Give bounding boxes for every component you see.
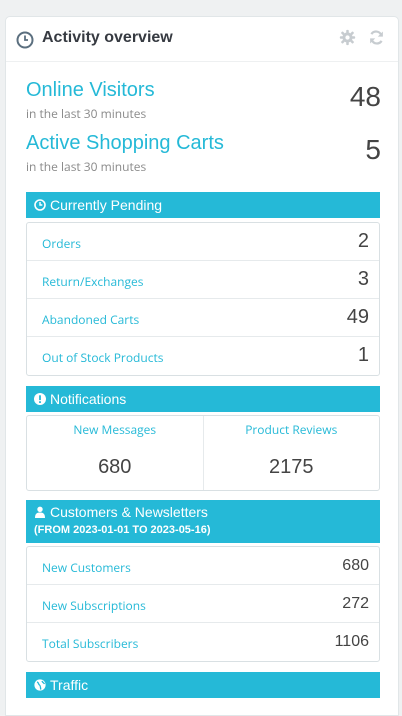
globe-icon bbox=[34, 679, 46, 691]
pending-row-abandoned-carts[interactable]: Abandoned Carts 49 bbox=[27, 299, 379, 337]
customers-row-new-subscriptions[interactable]: New Subscriptions 272 bbox=[27, 585, 379, 623]
notif-label[interactable]: Product Reviews bbox=[204, 421, 380, 438]
activity-overview-panel: Activity overview Online Visitors in the… bbox=[5, 16, 399, 716]
pending-header: Currently Pending bbox=[26, 192, 380, 218]
online-visitors-metric: Online Visitors in the last 30 minutes 4… bbox=[26, 79, 381, 122]
online-visitors-value: 48 bbox=[349, 81, 381, 112]
row-label[interactable]: New Subscriptions bbox=[42, 597, 146, 614]
clock-icon bbox=[16, 31, 34, 49]
notif-value: 680 bbox=[98, 456, 132, 478]
exclamation-circle-icon bbox=[34, 393, 46, 405]
user-icon bbox=[35, 506, 45, 518]
row-label[interactable]: Out of Stock Products bbox=[42, 349, 164, 366]
customers-date-range: (FROM 2023-01-01 TO 2023-05-16) bbox=[34, 524, 211, 536]
notif-label[interactable]: New Messages bbox=[27, 421, 203, 438]
panel-header: Activity overview bbox=[6, 17, 398, 62]
refresh-icon[interactable] bbox=[368, 29, 385, 46]
row-value: 680 bbox=[342, 557, 369, 574]
notif-new-messages[interactable]: New Messages 680 bbox=[27, 416, 203, 490]
row-value: 1 bbox=[357, 344, 369, 366]
notifications-title: Notifications bbox=[50, 391, 127, 407]
active-carts-value: 5 bbox=[365, 134, 381, 165]
customers-title: Customers & Newsletters bbox=[50, 504, 208, 520]
notif-value: 2175 bbox=[269, 456, 314, 478]
active-carts-subtitle: in the last 30 minutes bbox=[26, 158, 147, 175]
row-value: 1106 bbox=[334, 633, 369, 650]
pending-row-out-of-stock[interactable]: Out of Stock Products 1 bbox=[27, 337, 379, 375]
active-carts-metric: Active Shopping Carts in the last 30 min… bbox=[26, 132, 381, 175]
customers-row-total-subscribers[interactable]: Total Subscribers 1106 bbox=[27, 623, 379, 661]
row-label[interactable]: Total Subscribers bbox=[42, 635, 138, 652]
notifications-box: New Messages 680 Product Reviews 2175 bbox=[26, 415, 380, 491]
row-label[interactable]: Return/Exchanges bbox=[42, 273, 144, 290]
customers-header: Customers & Newsletters (FROM 2023-01-01… bbox=[26, 500, 380, 543]
online-visitors-link[interactable]: Online Visitors bbox=[26, 79, 381, 102]
traffic-title: Traffic bbox=[50, 677, 89, 693]
notifications-header: Notifications bbox=[26, 386, 380, 412]
notif-product-reviews[interactable]: Product Reviews 2175 bbox=[202, 416, 380, 490]
panel-title: Activity overview bbox=[42, 29, 173, 46]
clock-icon bbox=[34, 199, 46, 211]
row-value: 2 bbox=[357, 230, 369, 252]
row-value: 3 bbox=[357, 268, 369, 290]
row-label[interactable]: Orders bbox=[42, 235, 81, 252]
row-label[interactable]: Abandoned Carts bbox=[42, 311, 139, 328]
row-label[interactable]: New Customers bbox=[42, 559, 131, 576]
customers-row-new-customers[interactable]: New Customers 680 bbox=[27, 547, 379, 585]
gear-icon[interactable] bbox=[339, 29, 356, 46]
pending-list: Orders 2 Return/Exchanges 3 Abandoned Ca… bbox=[26, 222, 380, 376]
row-value: 49 bbox=[346, 306, 369, 328]
pending-row-returns[interactable]: Return/Exchanges 3 bbox=[27, 261, 379, 299]
customers-list: New Customers 680 New Subscriptions 272 … bbox=[26, 546, 380, 662]
pending-title: Currently Pending bbox=[50, 197, 163, 213]
traffic-header: Traffic bbox=[26, 672, 380, 698]
online-visitors-subtitle: in the last 30 minutes bbox=[26, 105, 147, 122]
active-carts-link[interactable]: Active Shopping Carts bbox=[26, 132, 381, 155]
pending-row-orders[interactable]: Orders 2 bbox=[27, 223, 379, 261]
row-value: 272 bbox=[342, 595, 369, 612]
